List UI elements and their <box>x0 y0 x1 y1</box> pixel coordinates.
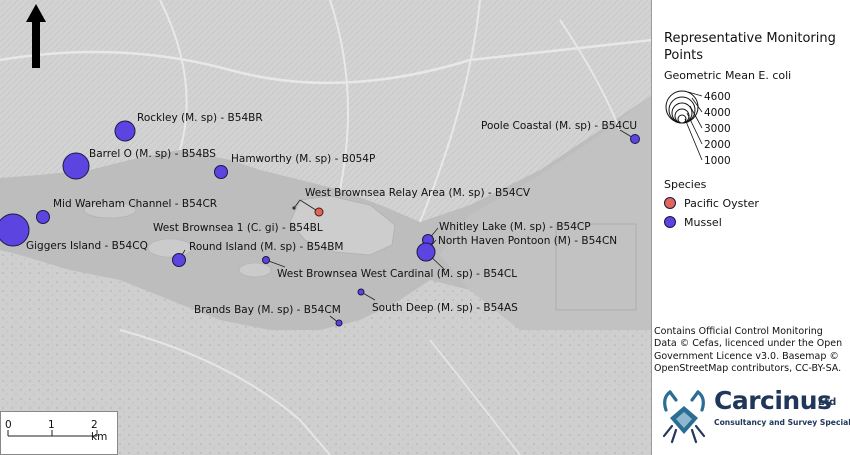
scale-label-1: 1 <box>48 419 55 431</box>
size-legend-label: 4000 <box>704 107 731 119</box>
site-label: Rockley (M. sp) - B54BR <box>137 112 263 124</box>
site-marker-rockley[interactable] <box>114 120 136 142</box>
site-label: Whitley Lake (M. sp) - B54CP <box>439 221 591 233</box>
basemap: Rockley (M. sp) - B54BR Barrel O (M. sp)… <box>0 0 651 455</box>
pacific-oyster-swatch-icon <box>664 197 676 209</box>
logo-wordmark: Carcinus <box>714 386 832 415</box>
size-legend-label: 2000 <box>704 139 731 151</box>
site-marker-west-brownsea-west-cardinal[interactable] <box>262 256 270 264</box>
legend-species-label: Mussel <box>684 215 722 229</box>
site-label: Poole Coastal (M. sp) - B54CU <box>481 120 637 132</box>
site-label: Giggers Island - B54CQ <box>26 240 148 252</box>
map-figure: Rockley (M. sp) - B54BR Barrel O (M. sp)… <box>0 0 850 455</box>
site-label: North Haven Pontoon (M) - B54CN <box>438 235 617 247</box>
site-marker-hamworthy[interactable] <box>214 165 228 179</box>
site-label: Hamworthy (M. sp) - B054P <box>231 153 375 165</box>
site-label: Barrel O (M. sp) - B54BS <box>89 148 216 160</box>
site-marker-north-haven-pontoon[interactable] <box>416 242 436 262</box>
legend-species-pacific-oyster: Pacific Oyster <box>664 195 759 211</box>
site-marker-round-island[interactable] <box>172 253 186 267</box>
legend-species-label: Pacific Oyster <box>684 196 759 210</box>
scale-label-2: 2 km <box>91 419 108 443</box>
logo-tagline: Consultancy and Survey Specialists <box>714 418 850 427</box>
site-label: West Brownsea Relay Area (M. sp) - B54CV <box>305 187 531 199</box>
mussel-swatch-icon <box>664 216 676 228</box>
site-marker-south-deep[interactable] <box>357 288 365 296</box>
size-legend-label: 3000 <box>704 123 731 135</box>
site-marker-west-brownsea-relay[interactable] <box>314 207 324 217</box>
site-marker-brands-bay[interactable] <box>335 319 343 327</box>
site-label: West Brownsea 1 (C. gi) - B54BL <box>153 222 323 234</box>
site-label: West Brownsea West Cardinal (M. sp) - B5… <box>277 268 517 280</box>
legend-title: Representative Monitoring Points <box>664 31 836 63</box>
size-legend-label: 4600 <box>704 91 731 103</box>
scale-label-0: 0 <box>5 419 12 431</box>
site-marker-west-brownsea-1[interactable] <box>292 206 296 210</box>
logo-suffix: Ltd <box>818 397 837 408</box>
size-legend-circle-1000 <box>677 114 687 124</box>
legend-panel: Representative Monitoring Points Geometr… <box>652 0 850 455</box>
crab-logo-icon <box>662 390 706 444</box>
site-label: Round Island (M. sp) - B54BM <box>189 241 344 253</box>
site-marker-mid-wareham[interactable] <box>36 210 50 224</box>
size-legend-label: 1000 <box>704 155 731 167</box>
map-frame: Rockley (M. sp) - B54BR Barrel O (M. sp)… <box>0 0 652 455</box>
site-label: South Deep (M. sp) - B54AS <box>372 302 518 314</box>
scale-bar: 0 1 2 km <box>0 411 118 455</box>
site-marker-poole-coastal[interactable] <box>630 134 640 144</box>
legend-size-title: Geometric Mean E. coli <box>664 69 792 82</box>
legend-species-title: Species <box>664 178 707 191</box>
site-marker-barrel-o[interactable] <box>62 152 90 180</box>
site-label: Brands Bay (M. sp) - B54CM <box>194 304 341 316</box>
data-credit: Contains Official Control Monitoring Dat… <box>654 326 843 374</box>
size-legend: 4600 4000 3000 2000 1000 <box>665 90 731 167</box>
legend-species-mussel: Mussel <box>664 214 722 230</box>
site-label: Mid Wareham Channel - B54CR <box>53 198 217 210</box>
site-marker-giggers-island[interactable] <box>0 213 30 247</box>
